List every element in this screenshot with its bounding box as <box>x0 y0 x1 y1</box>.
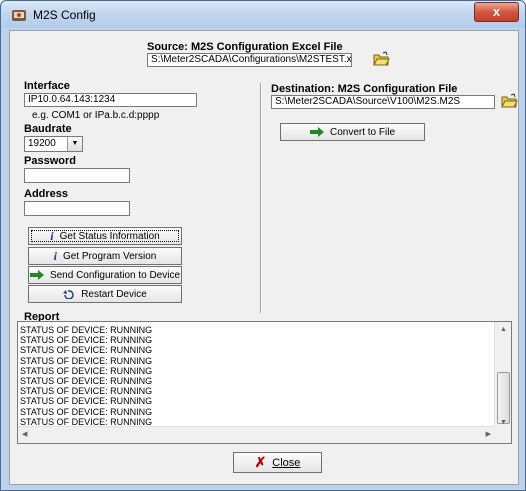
info-icon: i <box>53 248 57 263</box>
green-arrow-right-icon <box>29 270 44 280</box>
report-line: STATUS OF DEVICE: RUNNING <box>20 335 153 346</box>
report-horizontal-scrollbar[interactable]: ◀ ▶ <box>18 426 495 443</box>
report-line: STATUS OF DEVICE: RUNNING <box>20 386 153 397</box>
address-label: Address <box>24 188 69 200</box>
report-line: STATUS OF DEVICE: RUNNING <box>20 365 153 376</box>
baudrate-value: 19200 <box>28 138 56 149</box>
scroll-left-arrow-icon[interactable]: ◀ <box>22 430 27 438</box>
get-program-version-button[interactable]: i Get Program Version <box>28 247 182 265</box>
report-line: STATUS OF DEVICE: RUNNING <box>20 345 153 356</box>
info-icon: i <box>50 228 54 243</box>
close-button[interactable]: ✗ Close <box>233 452 322 473</box>
app-icon <box>12 10 26 21</box>
close-icon: x <box>492 4 501 19</box>
window-close-button[interactable]: x <box>474 2 519 22</box>
green-arrow-right-icon <box>309 127 324 137</box>
restart-device-button[interactable]: Restart Device <box>28 285 182 303</box>
get-status-label: Get Status Information <box>59 230 160 242</box>
window-title: M2S Config <box>33 8 96 22</box>
close-button-label: Close <box>272 456 301 469</box>
title-bar[interactable]: M2S Config x <box>1 1 525 28</box>
scroll-up-arrow-icon[interactable]: ▲ <box>500 326 507 333</box>
report-line: STATUS OF DEVICE: RUNNING <box>20 406 153 417</box>
destination-label: Destination: M2S Configuration File <box>271 83 458 95</box>
get-status-button[interactable]: i Get Status Information <box>28 227 182 245</box>
password-label: Password <box>24 155 76 167</box>
address-input[interactable] <box>24 201 130 216</box>
report-line: STATUS OF DEVICE: RUNNING <box>20 396 153 407</box>
chevron-down-icon[interactable]: ▼ <box>67 137 82 151</box>
restart-arrow-icon <box>63 290 74 299</box>
report-textbox[interactable]: STATUS OF DEVICE: RUNNING STATUS OF DEVI… <box>17 321 512 444</box>
convert-to-file-label: Convert to File <box>329 126 396 138</box>
report-line: STATUS OF DEVICE: RUNNING <box>20 376 153 387</box>
vertical-scroll-thumb[interactable] <box>497 372 510 424</box>
baudrate-label: Baudrate <box>24 123 72 135</box>
send-configuration-button[interactable]: Send Configuration to Device <box>28 266 182 284</box>
scroll-right-arrow-icon[interactable]: ▶ <box>486 430 491 438</box>
report-lines: STATUS OF DEVICE: RUNNING STATUS OF DEVI… <box>20 325 152 427</box>
get-program-version-label: Get Program Version <box>62 250 157 262</box>
source-path-field[interactable]: S:\Meter2SCADA\Configurations\M2STEST.xl… <box>147 53 352 67</box>
scroll-down-arrow-icon[interactable]: ▼ <box>500 419 507 426</box>
scrollbar-corner <box>495 427 511 443</box>
send-configuration-label: Send Configuration to Device <box>49 269 181 281</box>
report-line: STATUS OF DEVICE: RUNNING <box>20 355 153 366</box>
baudrate-select[interactable]: 19200 ▼ <box>24 136 83 152</box>
password-input[interactable] <box>24 168 130 183</box>
report-line: STATUS OF DEVICE: RUNNING <box>20 325 153 335</box>
interface-input[interactable]: IP10.0.64.143:1234 <box>24 93 197 107</box>
interface-label: Interface <box>24 80 70 92</box>
destination-browse-folder-icon[interactable] <box>500 93 518 109</box>
vertical-divider <box>260 83 262 313</box>
m2s-config-window: M2S Config x Source: M2S Configuration E… <box>0 0 526 491</box>
source-label: Source: M2S Configuration Excel File <box>147 41 343 53</box>
interface-hint: e.g. COM1 or IPa.b.c.d:pppp <box>32 110 160 121</box>
source-browse-folder-icon[interactable] <box>372 51 390 67</box>
destination-path-field[interactable]: S:\Meter2SCADA\Source\V100\M2S.M2S <box>271 95 495 109</box>
convert-to-file-button[interactable]: Convert to File <box>280 123 425 141</box>
restart-device-label: Restart Device <box>81 288 147 300</box>
red-x-icon: ✗ <box>254 454 267 470</box>
report-vertical-scrollbar[interactable]: ▲ ▼ <box>494 322 511 428</box>
